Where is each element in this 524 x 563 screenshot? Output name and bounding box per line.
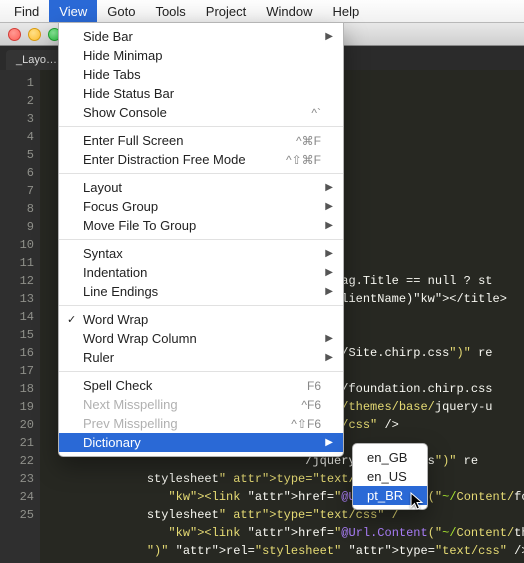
menu-separator [59,126,343,127]
submenu-arrow-icon: ▶ [325,220,333,231]
submenu-item-pt_br[interactable]: pt_BR [353,486,427,505]
submenu-arrow-icon: ▶ [325,182,333,193]
menu-item-ruler[interactable]: Ruler ▶ [59,348,343,367]
menu-item-next-misspelling: Next Misspelling^F6 [59,395,343,414]
submenu-item-en_us[interactable]: en_US [353,467,427,486]
menubar-item-tools[interactable]: Tools [145,0,195,22]
menu-item-move-file-to-group[interactable]: Move File To Group ▶ [59,216,343,235]
menu-item-label: Focus Group [83,199,321,214]
menu-item-syntax[interactable]: Syntax ▶ [59,244,343,263]
menu-item-hide-status-bar[interactable]: Hide Status Bar [59,84,343,103]
submenu-arrow-icon: ▶ [325,267,333,278]
menubar-item-goto[interactable]: Goto [97,0,145,22]
menu-shortcut: ^⇧F6 [291,417,321,431]
menu-item-line-endings[interactable]: Line Endings ▶ [59,282,343,301]
submenu-arrow-icon: ▶ [325,437,333,448]
submenu-arrow-icon: ▶ [325,352,333,363]
menu-item-label: Next Misspelling [83,397,301,412]
menu-item-show-console[interactable]: Show Console^` [59,103,343,122]
menu-item-hide-minimap[interactable]: Hide Minimap [59,46,343,65]
menu-item-label: Hide Tabs [83,67,321,82]
submenu-arrow-icon: ▶ [325,201,333,212]
menu-item-label: Ruler [83,350,321,365]
menu-item-layout[interactable]: Layout ▶ [59,178,343,197]
menu-item-label: Word Wrap Column [83,331,321,346]
menu-item-word-wrap-column[interactable]: Word Wrap Column ▶ [59,329,343,348]
menu-item-label: Line Endings [83,284,321,299]
submenu-arrow-icon: ▶ [325,286,333,297]
menu-item-indentation[interactable]: Indentation ▶ [59,263,343,282]
submenu-item-label: en_US [367,469,415,484]
menu-separator [59,239,343,240]
menu-item-label: Word Wrap [83,312,321,327]
menu-item-enter-full-screen[interactable]: Enter Full Screen^⌘F [59,131,343,150]
menubar-item-window[interactable]: Window [256,0,322,22]
menu-item-label: Dictionary [83,435,321,450]
menu-item-spell-check[interactable]: Spell CheckF6 [59,376,343,395]
menu-bar: FindViewGotoToolsProjectWindowHelp [0,0,524,23]
menu-item-label: Enter Full Screen [83,133,296,148]
menubar-item-find[interactable]: Find [4,0,49,22]
menubar-item-help[interactable]: Help [323,0,370,22]
menubar-item-view[interactable]: View [49,0,97,22]
dictionary-submenu: en_GB en_US pt_BR [352,443,428,510]
menu-shortcut: F6 [307,379,321,393]
submenu-item-label: en_GB [367,450,415,465]
menu-item-label: Show Console [83,105,311,120]
menu-item-hide-tabs[interactable]: Hide Tabs [59,65,343,84]
menu-item-dictionary[interactable]: Dictionary ▶ [59,433,343,452]
line-number-gutter: 1 2 3 4 5 6 7 8 9 10 11 12 13 14 15 16 1… [0,70,40,563]
menu-separator [59,305,343,306]
menu-item-label: Enter Distraction Free Mode [83,152,286,167]
menu-shortcut: ^⇧⌘F [286,153,321,167]
menu-item-label: Hide Status Bar [83,86,321,101]
menu-shortcut: ^⌘F [296,134,321,148]
menubar-item-project[interactable]: Project [196,0,256,22]
check-icon: ✓ [67,313,76,326]
view-menu-dropdown: Side Bar ▶ Hide Minimap Hide Tabs Hide Statu… [58,22,344,457]
menu-shortcut: ^` [311,106,321,120]
submenu-arrow-icon: ▶ [325,248,333,259]
menu-item-label: Hide Minimap [83,48,321,63]
menu-separator [59,173,343,174]
submenu-item-en_gb[interactable]: en_GB [353,448,427,467]
menu-item-word-wrap[interactable]: ✓ Word Wrap [59,310,343,329]
submenu-item-label: pt_BR [367,488,415,503]
menu-separator [59,371,343,372]
menu-item-label: Prev Misspelling [83,416,291,431]
submenu-arrow-icon: ▶ [325,333,333,344]
menu-item-label: Syntax [83,246,321,261]
submenu-arrow-icon: ▶ [325,31,333,42]
menu-item-label: Spell Check [83,378,307,393]
menu-item-label: Side Bar [83,29,321,44]
menu-item-prev-misspelling: Prev Misspelling^⇧F6 [59,414,343,433]
menu-shortcut: ^F6 [301,398,321,412]
menu-item-label: Move File To Group [83,218,321,233]
menu-item-side-bar[interactable]: Side Bar ▶ [59,27,343,46]
menu-item-enter-distraction-free-mode[interactable]: Enter Distraction Free Mode^⇧⌘F [59,150,343,169]
menu-item-focus-group[interactable]: Focus Group ▶ [59,197,343,216]
menu-item-label: Indentation [83,265,321,280]
menu-item-label: Layout [83,180,321,195]
